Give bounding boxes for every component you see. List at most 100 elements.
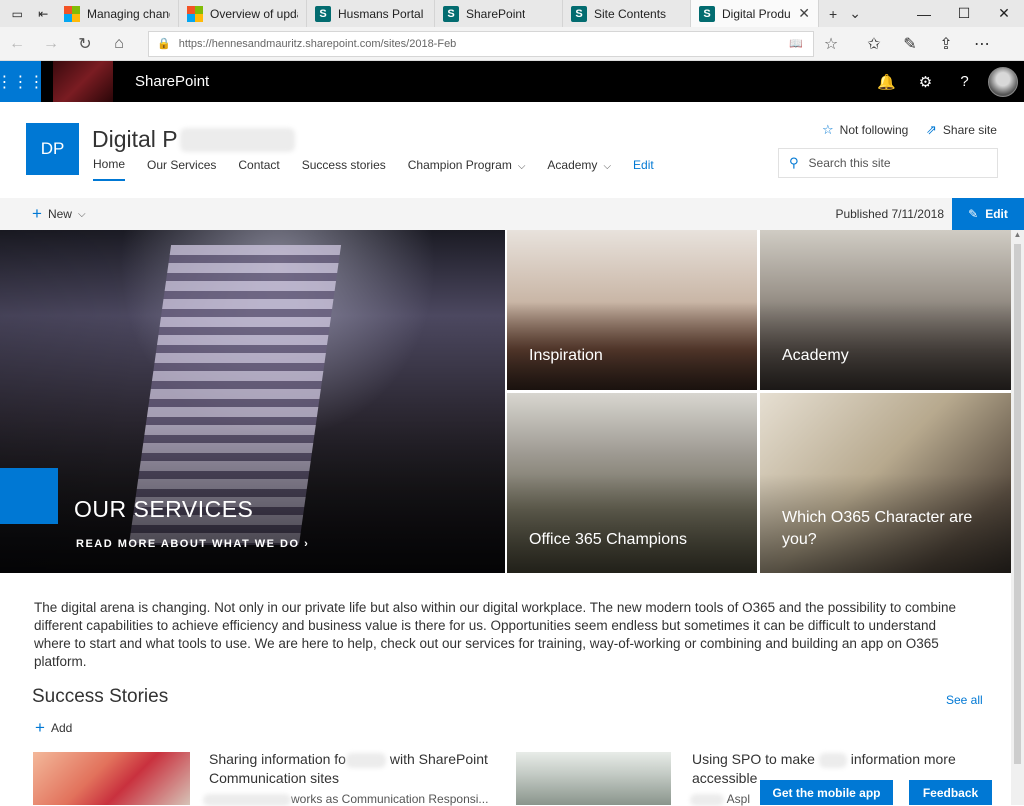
add-label: Add: [50, 721, 73, 735]
minimize-icon[interactable]: —: [904, 6, 944, 22]
hero-tile-inspiration[interactable]: Inspiration: [507, 230, 757, 390]
chevron-down-icon: ⌵: [603, 161, 612, 172]
home-icon[interactable]: ⌂: [102, 35, 136, 53]
url-field[interactable]: 🔒 https://hennesandmauritz.sharepoint.co…: [148, 30, 814, 57]
published-status: Published 7/11/2018: [835, 207, 944, 221]
news-thumbnail[interactable]: [33, 752, 190, 805]
tab-preview-icon[interactable]: ▭: [12, 7, 23, 21]
browser-tab-strip: ▭ ⇤ Managing changes i Overview of updat…: [0, 0, 1024, 27]
close-window-icon[interactable]: ✕: [984, 5, 1024, 22]
nav-item-our-services[interactable]: Our Services: [147, 158, 216, 180]
browser-tab[interactable]: S Husmans Portal - Hc: [307, 0, 435, 27]
more-options-icon[interactable]: ⋯: [964, 34, 1000, 54]
tab-label: Managing changes i: [87, 6, 170, 21]
reading-view-icon[interactable]: 📖: [789, 37, 803, 50]
redacted-text: [345, 752, 386, 768]
help-icon[interactable]: ?: [945, 73, 984, 90]
avatar[interactable]: [988, 66, 1018, 97]
favorites-hub-icon[interactable]: ✩: [856, 34, 892, 54]
tab-label: Overview of update: [210, 6, 298, 21]
browser-tab[interactable]: S SharePoint: [435, 0, 563, 27]
maximize-icon[interactable]: ☐: [944, 5, 984, 22]
refresh-icon[interactable]: ↻: [68, 34, 102, 54]
scrollbar-thumb[interactable]: [1014, 244, 1021, 764]
hero-tile-champions[interactable]: Office 365 Champions: [507, 393, 757, 573]
app-launcher-waffle-icon[interactable]: ⋮⋮⋮: [0, 61, 45, 102]
hero-read-more-link[interactable]: READ MORE ABOUT WHAT WE DO ›: [76, 538, 309, 550]
notes-pen-icon[interactable]: ✎: [892, 34, 928, 54]
site-title[interactable]: Digital P: [92, 126, 295, 153]
nav-edit-link[interactable]: Edit: [633, 158, 654, 180]
site-logo[interactable]: DP: [26, 123, 79, 175]
hero-tile-academy[interactable]: Academy: [760, 230, 1011, 390]
feedback-button[interactable]: Feedback: [909, 780, 992, 805]
new-tab-icon[interactable]: +: [829, 6, 837, 22]
suite-title[interactable]: SharePoint: [135, 73, 209, 90]
search-placeholder: Search this site: [808, 156, 891, 170]
browser-tab[interactable]: Overview of update: [179, 0, 307, 27]
site-header: DP Digital P Home Our Services Contact S…: [0, 102, 1024, 198]
site-search-box[interactable]: ⚲ Search this site: [778, 148, 998, 178]
news-title-part: accessible: [692, 770, 758, 786]
bell-icon[interactable]: 🔔: [867, 73, 906, 91]
microsoft-icon: [187, 5, 203, 22]
nav-item-success-stories[interactable]: Success stories: [302, 158, 386, 180]
suite-bar: ⋮⋮⋮ SharePoint 🔔 ⚙ ?: [0, 61, 1024, 102]
sharepoint-icon: S: [699, 5, 715, 22]
tab-controls: + ⌄: [819, 0, 871, 27]
share-label: Share site: [942, 123, 997, 137]
sharepoint-icon: S: [315, 5, 331, 22]
tab-system-buttons: ▭ ⇤: [0, 0, 56, 27]
address-bar: ← → ↻ ⌂ 🔒 https://hennesandmauritz.share…: [0, 27, 1024, 61]
site-navigation: Home Our Services Contact Success storie…: [93, 157, 676, 181]
page-scrollbar[interactable]: ▲: [1011, 230, 1024, 805]
hero-main-title: OUR SERVICES: [74, 496, 254, 522]
brand-logo-image[interactable]: [53, 61, 113, 102]
follow-button[interactable]: ☆ Not following: [822, 122, 908, 138]
nav-item-contact[interactable]: Contact: [238, 158, 279, 180]
browser-tab[interactable]: Managing changes i: [56, 0, 179, 27]
news-thumbnail[interactable]: [516, 752, 671, 805]
see-all-link[interactable]: See all: [946, 693, 983, 707]
news-title-part: Using SPO to make: [692, 751, 815, 767]
plus-icon: +: [35, 718, 45, 737]
microsoft-icon: [64, 5, 80, 22]
news-title[interactable]: Sharing information fo with SharePoint C…: [209, 750, 499, 788]
get-mobile-app-button[interactable]: Get the mobile app: [760, 780, 893, 805]
add-news-button[interactable]: + Add: [35, 718, 72, 738]
share-icon[interactable]: ⇪: [928, 34, 964, 54]
suite-actions: 🔔 ⚙ ?: [867, 66, 1024, 97]
forward-arrow-icon[interactable]: →: [34, 35, 68, 53]
command-bar: + New ⌵ Published 7/11/2018 ✎ Edit: [0, 198, 1024, 230]
set-aside-tabs-icon[interactable]: ⇤: [38, 7, 48, 21]
favorite-star-icon[interactable]: ☆: [814, 34, 848, 54]
browser-tab-active[interactable]: S Digital Productiv ✕: [691, 0, 819, 27]
plus-icon: +: [32, 204, 42, 223]
window-controls: — ☐ ✕: [904, 0, 1024, 27]
nav-item-home[interactable]: Home: [93, 157, 126, 181]
gear-icon[interactable]: ⚙: [906, 73, 945, 91]
tile-caption: Which O365 Character are you?: [782, 509, 973, 548]
news-description-text: Aspl: [726, 792, 751, 806]
redacted-text: [203, 793, 291, 806]
close-tab-icon[interactable]: ✕: [798, 5, 810, 22]
sharepoint-icon: S: [571, 5, 587, 22]
tile-caption: Inspiration: [529, 347, 603, 364]
back-arrow-icon[interactable]: ←: [0, 35, 34, 53]
accent-block: [0, 468, 58, 524]
browser-tab[interactable]: S Site Contents: [563, 0, 691, 27]
intro-text: The digital arena is changing. Not only …: [34, 600, 957, 669]
nav-item-champion-program[interactable]: Champion Program ⌵: [408, 158, 526, 180]
chevron-down-icon[interactable]: ⌄: [849, 5, 861, 22]
scroll-up-icon[interactable]: ▲: [1011, 230, 1024, 243]
chevron-right-icon: ›: [304, 538, 310, 550]
chevron-down-icon: ⌵: [77, 208, 86, 220]
edit-page-button[interactable]: ✎ Edit: [952, 198, 1024, 230]
nav-item-academy[interactable]: Academy ⌵: [547, 158, 611, 180]
news-title-part: Communication sites: [209, 770, 339, 786]
url-text: https://hennesandmauritz.sharepoint.com/…: [178, 37, 457, 50]
hero-tile-character[interactable]: Which O365 Character are you?: [760, 393, 1011, 573]
share-site-button[interactable]: ⇗ Share site: [926, 122, 997, 138]
new-button[interactable]: + New ⌵: [32, 204, 86, 224]
read-more-label: READ MORE ABOUT WHAT WE DO: [76, 538, 300, 550]
